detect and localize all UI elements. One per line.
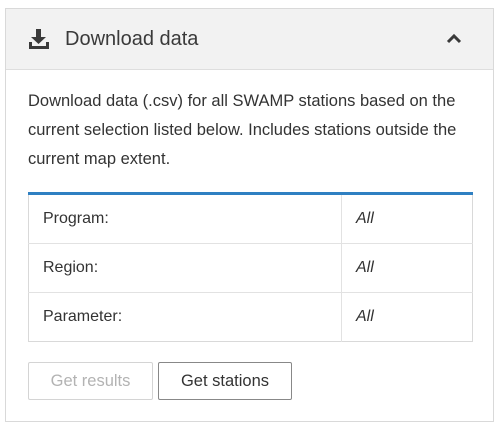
program-value: All	[341, 193, 473, 244]
panel-title: Download data	[65, 28, 199, 50]
parameter-value: All	[356, 308, 374, 325]
table-row: Program: All	[28, 193, 473, 244]
download-icon	[29, 29, 49, 49]
region-label: Region:	[28, 243, 342, 293]
chevron-up-icon[interactable]	[445, 31, 463, 45]
table-row: Parameter: All	[28, 292, 473, 342]
get-results-button[interactable]: Get results	[28, 362, 153, 400]
selection-table: Program: All Region: All Parameter: All	[28, 192, 473, 342]
panel-body: Download data (.csv) for all SWAMP stati…	[6, 70, 493, 400]
parameter-label: Parameter:	[28, 292, 342, 342]
panel-header[interactable]: Download data	[6, 9, 493, 70]
region-value: All	[341, 243, 473, 293]
button-row: Get results Get stations	[28, 362, 471, 400]
table-row: Region: All	[28, 243, 473, 293]
download-data-panel: Download data Download data (.csv) for a…	[5, 8, 494, 422]
get-stations-button[interactable]: Get stations	[158, 362, 292, 400]
program-label: Program:	[28, 193, 342, 244]
panel-description: Download data (.csv) for all SWAMP stati…	[28, 92, 457, 168]
